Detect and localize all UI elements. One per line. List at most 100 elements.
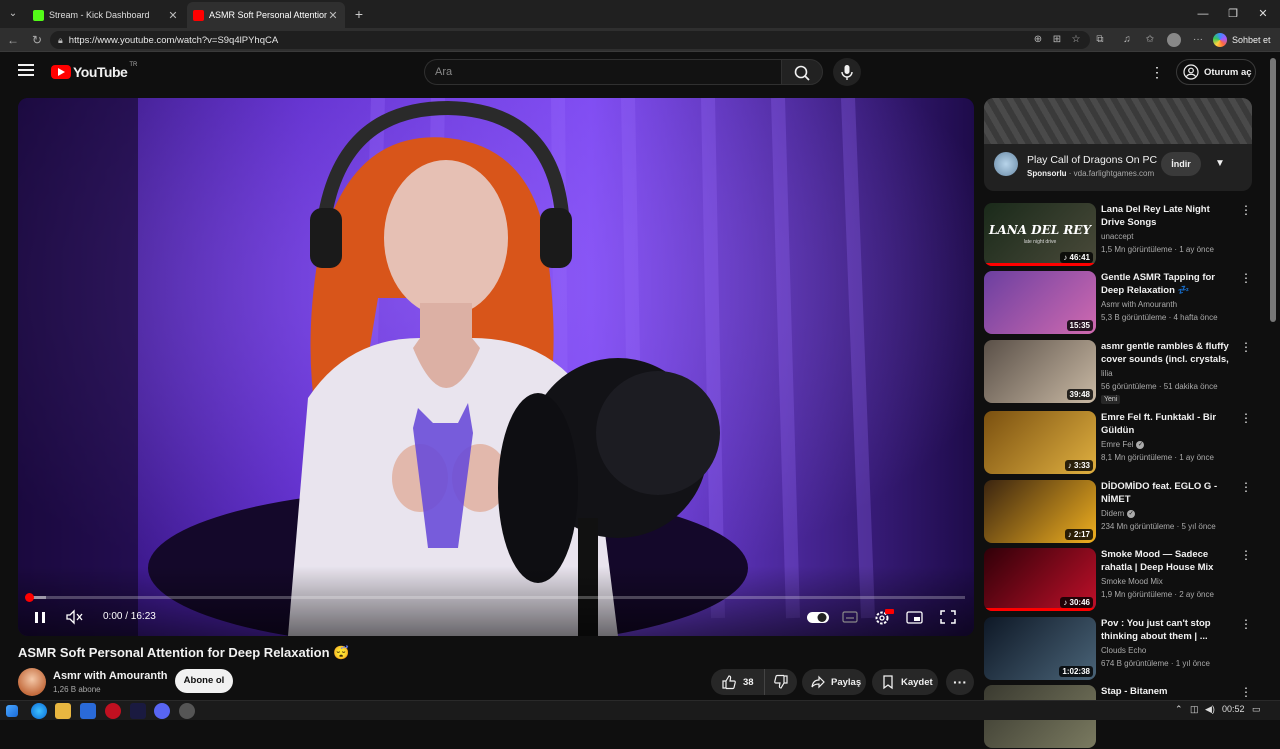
recommendation-item[interactable]: ♪ 30:46 Smoke Mood — Sadece rahatla | Dee…	[984, 548, 1268, 612]
mute-button[interactable]	[64, 606, 84, 628]
video-player[interactable]: 0:00 / 16:23	[18, 98, 974, 636]
video-thumbnail[interactable]: ♪ 2:17	[984, 480, 1096, 543]
recommendation-channel[interactable]: Clouds Echo	[1101, 646, 1146, 655]
sponsored-ad-card[interactable]: Play Call of Dragons On PC Sponsorlu · v…	[984, 98, 1252, 191]
scrollbar-thumb[interactable]	[1270, 58, 1276, 322]
address-bar[interactable]: 🔒︎ https://www.youtube.com/watch?v=S9q4l…	[50, 31, 1090, 49]
more-options-icon[interactable]: ⋮	[1240, 685, 1252, 699]
more-options-icon[interactable]: ⋮	[1240, 203, 1252, 217]
ad-download-button[interactable]: İndir	[1161, 152, 1201, 176]
pause-button[interactable]	[31, 606, 49, 628]
recommendation-title[interactable]: Gentle ASMR Tapping for Deep Relaxation …	[1101, 271, 1236, 297]
close-window-button[interactable]: ✕	[1250, 5, 1276, 23]
subscribe-button[interactable]: Abone ol	[175, 669, 233, 693]
more-actions-button[interactable]: ···	[946, 669, 974, 695]
tab-youtube-video[interactable]: ASMR Soft Personal Attention for D ✕	[187, 2, 345, 28]
more-options-icon[interactable]: ⋮	[1240, 480, 1252, 494]
obs-icon[interactable]	[179, 703, 195, 719]
file-explorer-icon[interactable]	[55, 703, 71, 719]
more-options-icon[interactable]: ⋮	[1240, 271, 1252, 285]
channel-name[interactable]: Asmr with Amouranth	[53, 670, 168, 682]
recommendation-item[interactable]: 39:48 asmr gentle rambles & fluffy cover …	[984, 340, 1268, 404]
more-options-icon[interactable]: ⋮	[1240, 411, 1252, 425]
share-button[interactable]: Paylaş	[802, 669, 866, 695]
tray-chevron-icon[interactable]: ⌃	[1175, 704, 1183, 715]
recommendation-title[interactable]: asmr gentle rambles & fluffy cover sound…	[1101, 340, 1236, 366]
recommendation-channel[interactable]: lilia	[1101, 369, 1113, 378]
voice-search-button[interactable]	[833, 58, 861, 86]
channel-avatar[interactable]	[18, 668, 46, 696]
opera-icon[interactable]	[105, 703, 121, 719]
more-options-icon[interactable]: ···	[1191, 33, 1205, 47]
recommendation-item[interactable]: ♪ 3:33 Emre Fel ft. Funktakl - Bir Güldün…	[984, 411, 1268, 475]
minimize-button[interactable]: —	[1190, 5, 1216, 23]
recommendation-title[interactable]: Smoke Mood — Sadece rahatla | Deep House…	[1101, 548, 1236, 574]
translate-icon[interactable]: ⊕	[1031, 33, 1045, 47]
recommendation-title[interactable]: Emre Fel ft. Funktakl - Bir Güldün	[1101, 411, 1236, 437]
subtitles-button[interactable]	[841, 606, 859, 628]
video-thumbnail[interactable]: ♪ 30:46	[984, 548, 1096, 611]
recommendation-item[interactable]: LANA DEL REY late night drive ♪ 46:41 Lana …	[984, 203, 1268, 267]
video-thumbnail[interactable]: ♪ 3:33	[984, 411, 1096, 474]
outlook-icon[interactable]	[80, 703, 96, 719]
autoplay-toggle[interactable]	[806, 606, 830, 628]
recommendation-title[interactable]: Lana Del Rey Late Night Drive Songs	[1101, 203, 1236, 229]
back-button[interactable]: ←	[4, 31, 22, 49]
recommendation-item[interactable]: ♪ 2:17 DİDOMİDO feat. EGLO G - NİMET Didem…	[984, 480, 1268, 544]
recommendation-channel[interactable]: unaccept	[1101, 232, 1133, 241]
search-input[interactable]	[425, 60, 781, 84]
hamburger-menu-icon[interactable]	[18, 64, 34, 78]
settings-menu-icon[interactable]: ⋮	[1150, 62, 1164, 82]
recommendation-title[interactable]: Pov : You just can't stop thinking about…	[1101, 617, 1236, 643]
video-thumbnail[interactable]: LANA DEL REY late night drive ♪ 46:41	[984, 203, 1096, 266]
seek-knob[interactable]	[24, 593, 34, 602]
more-options-icon[interactable]: ⋮	[1240, 548, 1252, 562]
apps-icon[interactable]: ⊞	[1050, 33, 1064, 47]
restore-button[interactable]: ❐	[1220, 5, 1246, 23]
volume-icon[interactable]: ◀)	[1205, 704, 1215, 715]
windows-start-icon[interactable]	[6, 705, 18, 717]
chevron-down-icon[interactable]: ▼	[1210, 154, 1230, 174]
more-options-icon[interactable]: ⋮	[1240, 617, 1252, 631]
extensions-icon[interactable]: ⧉	[1093, 33, 1107, 47]
like-button[interactable]: 38	[711, 669, 765, 695]
notifications-icon[interactable]: ▭	[1252, 704, 1261, 715]
video-thumbnail[interactable]: 15:35	[984, 271, 1096, 334]
recommendation-channel[interactable]: Emre Fel ✓	[1101, 440, 1145, 449]
settings-button[interactable]	[873, 606, 895, 628]
close-tab-icon[interactable]: ✕	[327, 9, 339, 22]
tab-list-button[interactable]: ⌄	[4, 4, 22, 24]
recommendation-item[interactable]: 15:35 Gentle ASMR Tapping for Deep Relaxa…	[984, 271, 1268, 335]
recommendation-item[interactable]: 1:02:38 Pov : You just can't stop thinkin…	[984, 617, 1268, 681]
miniplayer-button[interactable]	[905, 606, 925, 628]
video-thumbnail[interactable]: 1:02:38	[984, 617, 1096, 680]
favorite-star-icon[interactable]: ☆	[1069, 33, 1083, 47]
tab-kick-dashboard[interactable]: Stream - Kick Dashboard ✕	[27, 2, 185, 28]
favorites-icon[interactable]: ✩	[1143, 33, 1157, 47]
save-button[interactable]: Kaydet	[872, 669, 938, 695]
refresh-button[interactable]: ↻	[28, 31, 46, 49]
recommendation-channel[interactable]: Didem ✓	[1101, 509, 1136, 518]
network-icon[interactable]: ◫	[1190, 704, 1199, 715]
page-scrollbar[interactable]	[1268, 52, 1280, 700]
close-tab-icon[interactable]: ✕	[167, 9, 179, 22]
seek-bar[interactable]	[24, 593, 965, 602]
edge-browser-icon[interactable]	[31, 703, 47, 719]
search-button[interactable]	[781, 59, 823, 85]
ad-title[interactable]: Play Call of Dragons On PC	[1027, 154, 1157, 166]
recommendation-channel[interactable]: Smoke Mood Mix	[1101, 577, 1163, 586]
recommendation-title[interactable]: DİDOMİDO feat. EGLO G - NİMET	[1101, 480, 1236, 506]
sign-in-button[interactable]: Oturum aç	[1176, 59, 1256, 85]
copilot-chat-button[interactable]: Sohbet et	[1213, 31, 1271, 49]
clock-time[interactable]: 00:52	[1222, 704, 1245, 714]
recommendation-channel[interactable]: Asmr with Amouranth	[1101, 300, 1177, 309]
more-options-icon[interactable]: ⋮	[1240, 340, 1252, 354]
recommendation-title[interactable]: Stap - Bitanem	[1101, 685, 1236, 698]
dislike-button[interactable]	[765, 674, 797, 690]
youtube-logo[interactable]: YouTube TR	[51, 62, 137, 80]
new-tab-button[interactable]: +	[350, 4, 368, 24]
discord-icon[interactable]	[154, 703, 170, 719]
terminal-icon[interactable]	[130, 703, 146, 719]
fullscreen-button[interactable]	[938, 606, 958, 628]
profile-avatar-icon[interactable]	[1167, 33, 1181, 47]
